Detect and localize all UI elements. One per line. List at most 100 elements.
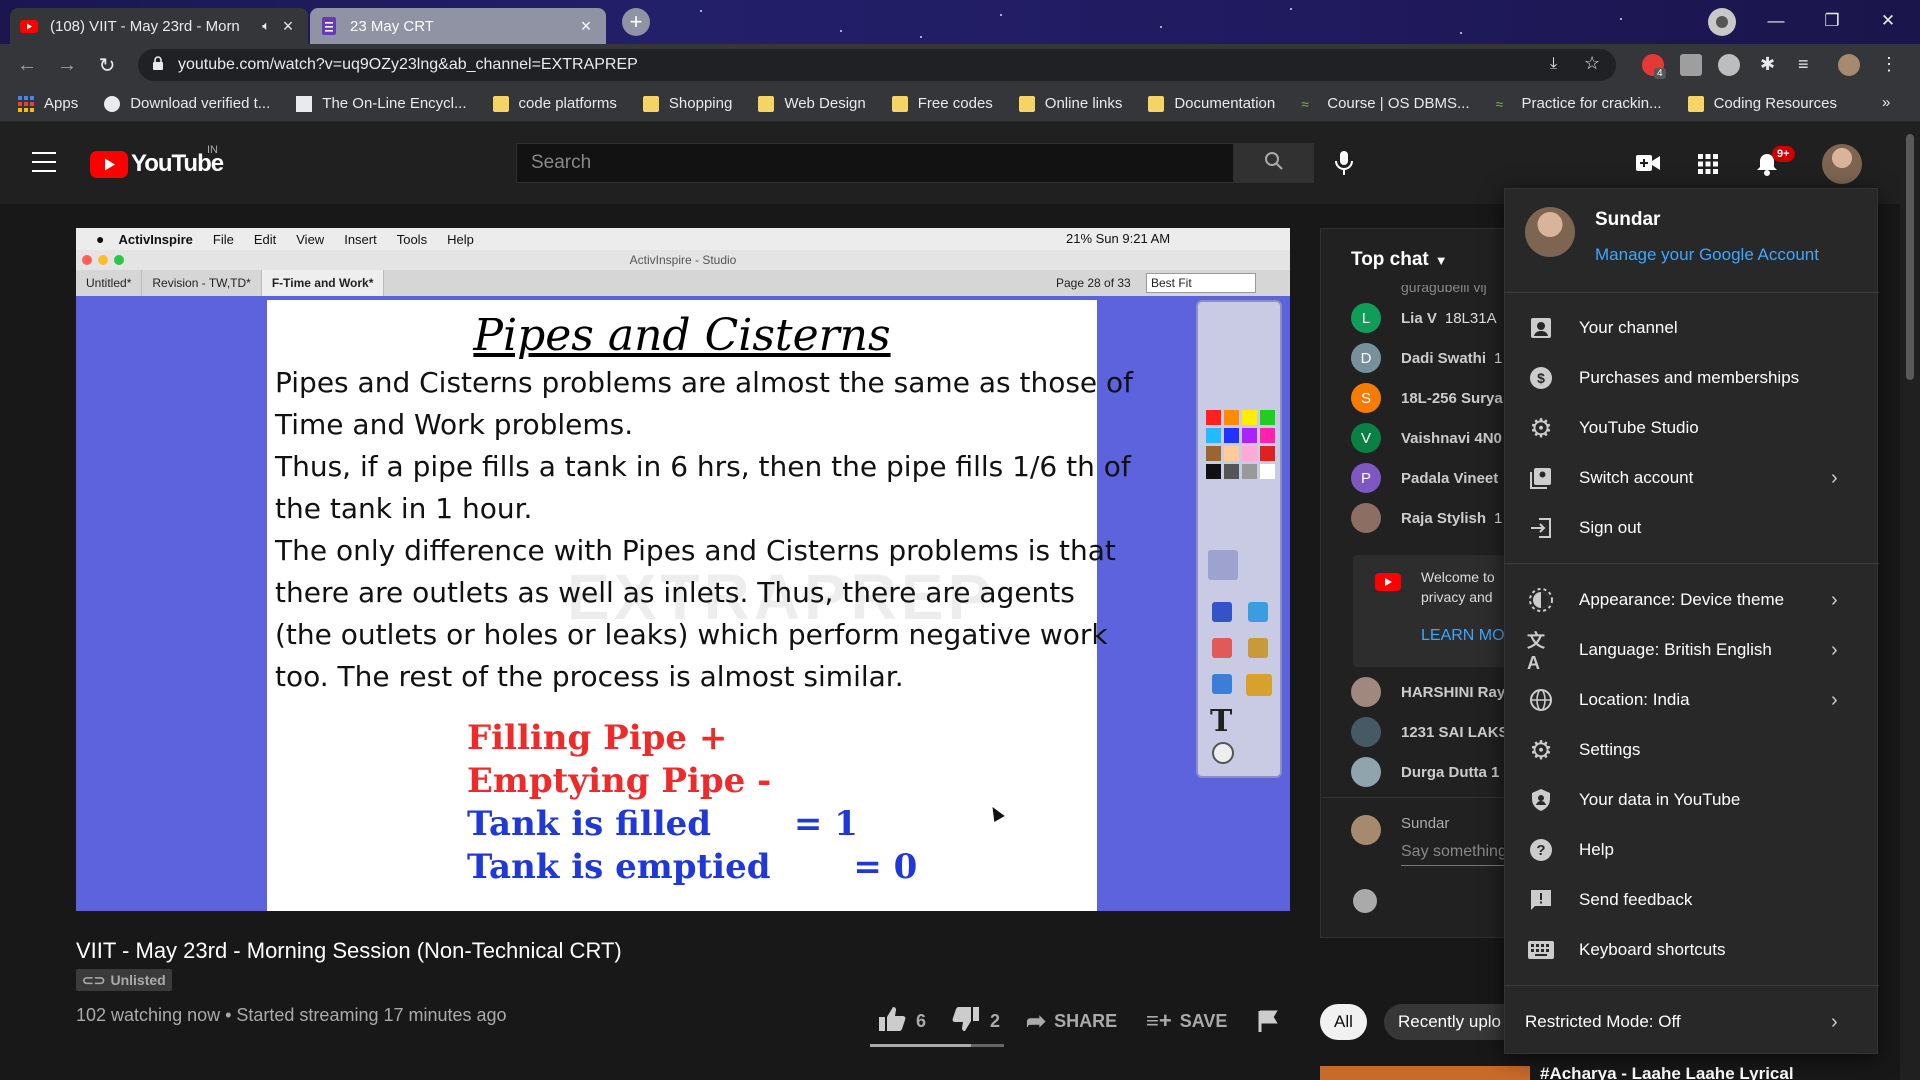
scrollbar-thumb[interactable] [1906, 134, 1914, 380]
menu-item-keyboard-shortcuts[interactable]: Keyboard shortcuts [1505, 925, 1879, 975]
folder-icon [492, 95, 509, 112]
thumbs-down-icon [952, 1006, 980, 1037]
bookmark-item[interactable]: ≈ Course | OS DBMS... [1301, 95, 1469, 112]
connector-icon [1212, 674, 1232, 694]
tab-title: (108) VIIT - May 23rd - Morn [50, 17, 240, 35]
back-icon[interactable]: ← [14, 52, 40, 78]
install-icon[interactable]: ⤓ [1550, 55, 1557, 73]
forward-icon[interactable]: → [54, 52, 80, 78]
minimize-button[interactable]: — [1756, 6, 1796, 36]
close-window-button[interactable]: ✕ [1868, 6, 1908, 36]
recommended-title[interactable]: #Acharya - Laahe Laahe Lyrical [1540, 1064, 1840, 1080]
bookmark-folder[interactable]: Free codes [891, 95, 993, 112]
profile-indicator-icon[interactable] [1708, 8, 1736, 36]
dislike-button[interactable]: 2 [952, 1006, 1000, 1036]
close-tab-icon[interactable]: × [278, 16, 298, 37]
avatar[interactable] [1838, 54, 1860, 76]
bookmark-folder[interactable]: Coding Resources [1687, 95, 1837, 112]
chat-mode-dropdown[interactable]: Top chat ▼ [1351, 249, 1448, 271]
recommended-thumbnail[interactable] [1320, 1066, 1530, 1080]
save-button[interactable]: ≡+ SAVE [1146, 1006, 1227, 1036]
search-button[interactable] [1234, 143, 1314, 183]
reload-icon[interactable]: ↻ [94, 52, 120, 78]
help-icon: ? [1527, 836, 1555, 864]
bookmark-folder[interactable]: Documentation [1148, 95, 1275, 112]
bookmark-item[interactable]: Download verified t... [104, 95, 270, 112]
new-tab-button[interactable]: + [622, 8, 650, 36]
translate-icon: 文A [1527, 630, 1545, 673]
like-button[interactable]: 6 [878, 1006, 926, 1036]
bookmark-star-icon[interactable]: ☆ [1584, 53, 1600, 74]
slide-text-line: Pipes and Cisterns problems are almost t… [275, 366, 1134, 399]
bookmark-item[interactable]: ≈ Practice for crackin... [1496, 95, 1662, 112]
menu-item-purchases[interactable]: $ Purchases and memberships [1505, 353, 1879, 403]
forms-favicon-icon [320, 17, 338, 35]
tab-title: 23 May CRT [350, 17, 434, 35]
bookmarks-bar: Apps Download verified t... The On-Line … [0, 86, 1920, 122]
maximize-button[interactable]: ❐ [1812, 6, 1852, 36]
hamburger-menu-icon[interactable] [32, 152, 56, 172]
encyclopedia-icon [296, 95, 313, 112]
menu-item-send-feedback[interactable]: Send feedback [1505, 875, 1879, 925]
avatar: L [1351, 303, 1381, 333]
speaker-icon[interactable]: 🔈︎ [262, 18, 270, 34]
puzzle-icon[interactable]: ✱ [1760, 54, 1782, 76]
url-text: youtube.com/watch?v=uq9OZy23lng&ab_chann… [178, 56, 638, 73]
bookmark-folder[interactable]: Online links [1018, 95, 1122, 112]
globe-icon [104, 95, 121, 112]
address-bar[interactable]: youtube.com/watch?v=uq9OZy23lng&ab_chann… [138, 49, 1616, 81]
document-tabs: Untitled* Revision - TW,TD* F-Time and W… [76, 270, 1290, 296]
reading-list-icon[interactable]: ≡ [1798, 54, 1820, 76]
folder-icon [642, 95, 659, 112]
extension-icon[interactable] [1680, 54, 1702, 76]
menu-item-appearance[interactable]: Appearance: Device theme › [1505, 575, 1879, 625]
bookmarks-more[interactable]: » [1882, 94, 1890, 111]
bookmark-folder[interactable]: Shopping [642, 95, 732, 112]
avatar[interactable] [1822, 144, 1862, 184]
chevron-right-icon: › [1831, 466, 1838, 489]
menu-item-settings[interactable]: ⚙︎ Settings [1505, 725, 1879, 775]
search-input[interactable]: Search [516, 143, 1234, 183]
close-tab-icon[interactable]: × [576, 16, 596, 37]
menu-item-help[interactable]: ? Help [1505, 825, 1879, 875]
menu-item-sign-out[interactable]: Sign out [1505, 503, 1879, 553]
avatar [1351, 757, 1381, 787]
menu-item-your-channel[interactable]: Your channel [1505, 303, 1879, 353]
menu-item-restricted-mode[interactable]: Restricted Mode: Off › [1505, 997, 1879, 1047]
activinspire-toolbox: T [1196, 300, 1282, 778]
menu-item-location[interactable]: Location: India › [1505, 675, 1879, 725]
tab-crt[interactable]: 23 May CRT × [310, 8, 606, 44]
chrome-menu-icon[interactable]: ⋮ [1880, 54, 1902, 76]
bookmark-folder[interactable]: Web Design [758, 95, 866, 112]
extension-icon[interactable] [1718, 54, 1740, 76]
menu-item-youtube-studio[interactable]: ⚙︎ YouTube Studio [1505, 403, 1879, 453]
slide-text-line: Time and Work problems. [275, 408, 634, 441]
chat-message: V Vaishnavi 4N0 [1351, 423, 1502, 453]
manage-account-link[interactable]: Manage your Google Account [1595, 245, 1819, 265]
settings-icon: ⚙︎ [1529, 734, 1553, 765]
bookmark-apps[interactable]: Apps [18, 95, 78, 112]
create-video-icon[interactable] [1636, 154, 1660, 177]
tab-youtube[interactable]: (108) VIIT - May 23rd - Morn 🔈︎ × [10, 8, 308, 44]
emoji-icon[interactable] [1353, 889, 1377, 913]
video-player[interactable]: ● ActivInspire File Edit View Insert Too… [76, 228, 1290, 911]
gear-icon: ⚙︎ [1529, 412, 1553, 443]
course-icon: ≈ [1495, 95, 1504, 112]
share-button[interactable]: ➦ SHARE [1026, 1006, 1117, 1036]
menu-item-switch-account[interactable]: Switch account › [1505, 453, 1879, 503]
link-icon: ⊂⊃ [82, 971, 106, 988]
playlist-add-icon: ≡+ [1146, 1008, 1172, 1033]
microphone-icon[interactable] [1334, 150, 1354, 181]
menu-item-language[interactable]: 文A Language: British English › [1505, 625, 1879, 675]
apps-grid-icon[interactable] [1698, 154, 1718, 179]
menu-item-your-data[interactable]: Your data in YouTube [1505, 775, 1879, 825]
keyboard-icon [1527, 936, 1555, 964]
youtube-logo[interactable]: YouTube [90, 150, 224, 178]
chip-all[interactable]: All [1320, 1004, 1367, 1040]
bookmark-item[interactable]: The On-Line Encycl... [296, 95, 467, 112]
chip-recently-uploaded[interactable]: Recently uplo [1384, 1004, 1506, 1040]
report-flag-icon[interactable] [1258, 1006, 1278, 1036]
learn-more-link[interactable]: LEARN MO [1421, 627, 1505, 645]
bookmark-folder[interactable]: code platforms [492, 95, 617, 112]
avatar [1351, 717, 1381, 747]
